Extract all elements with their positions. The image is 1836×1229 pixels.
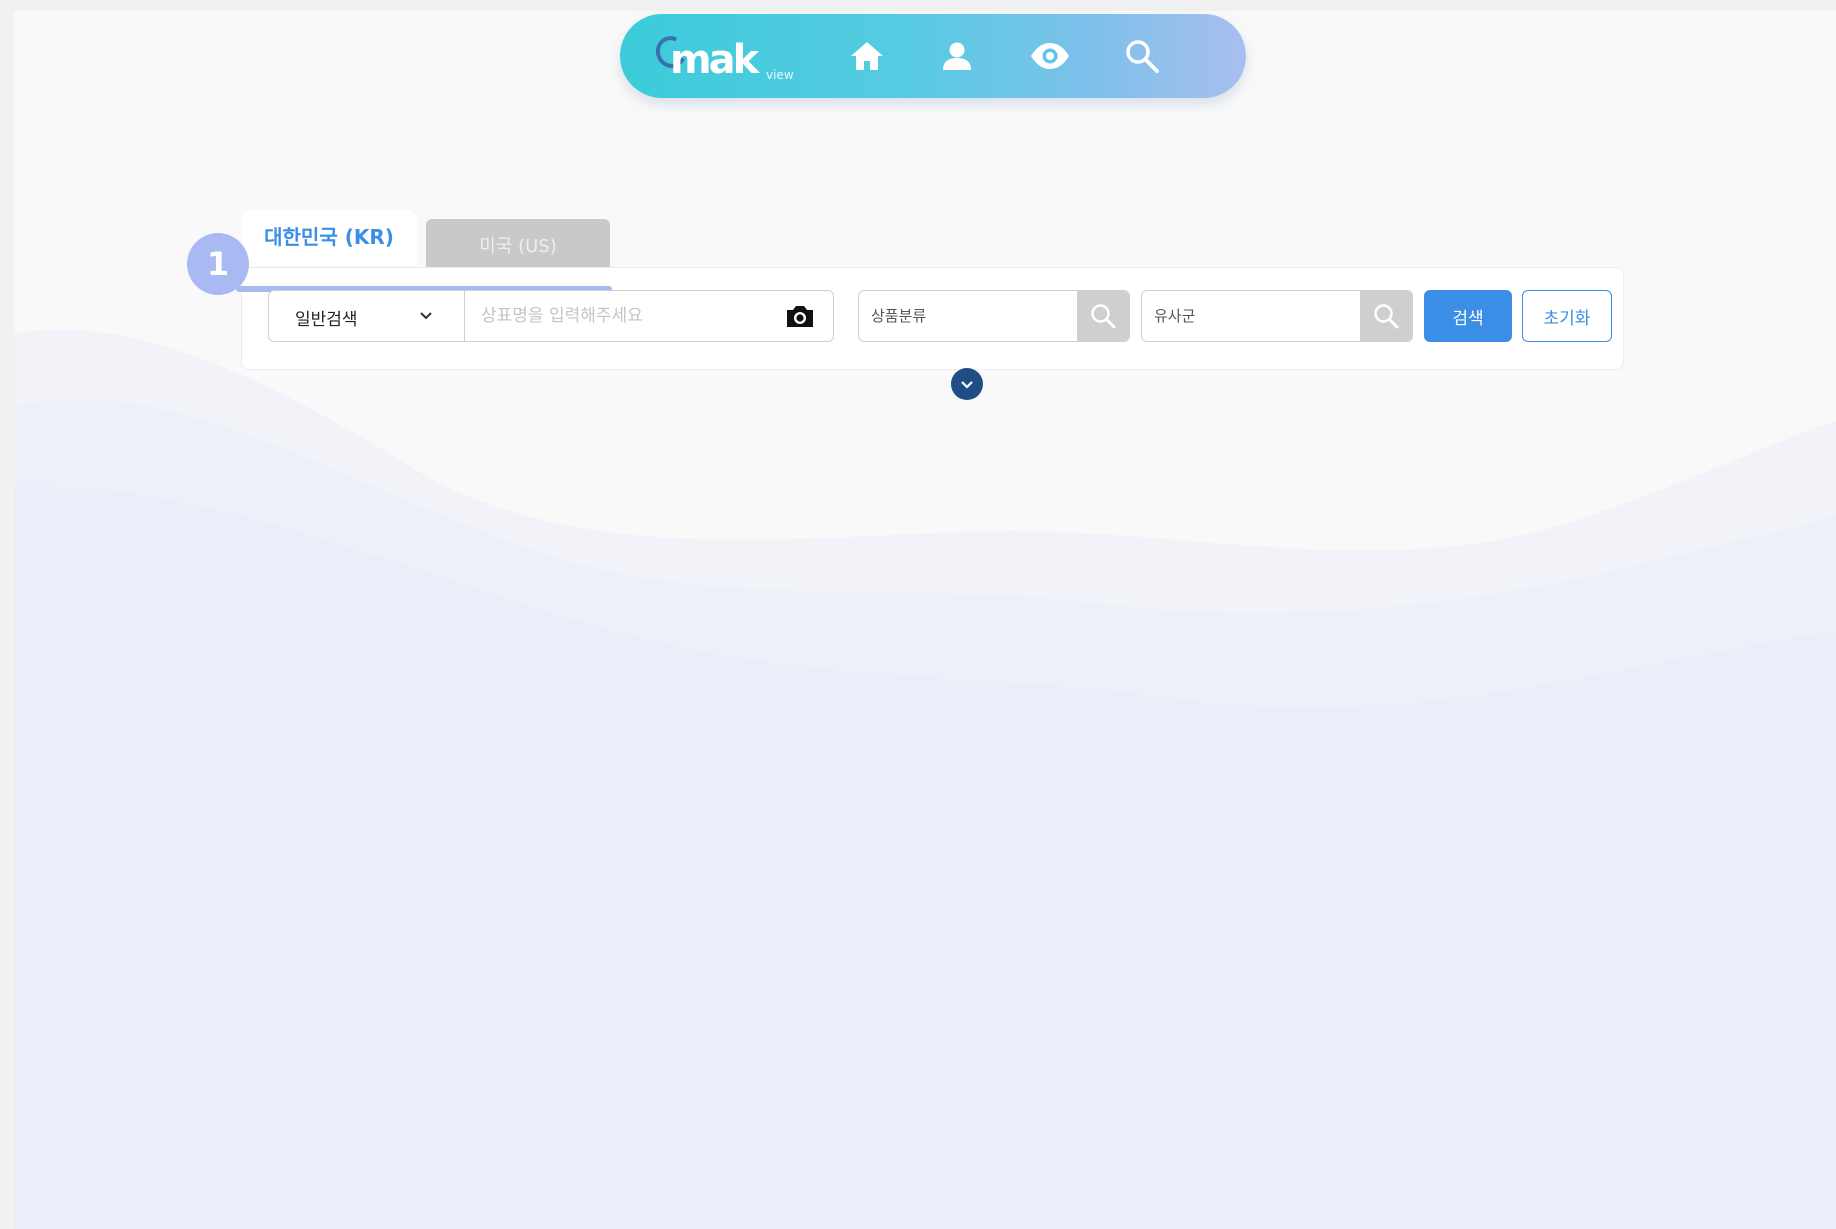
eye-icon	[1031, 43, 1069, 69]
product-class-field	[858, 290, 1130, 342]
step-badge: 1	[187, 233, 249, 295]
trademark-search-group: 일반검색	[268, 290, 834, 342]
user-button[interactable]	[935, 34, 979, 78]
chevron-down-icon	[420, 312, 432, 320]
page	[14, 11, 1836, 1229]
tab-kr[interactable]: 대한민국 (KR)	[241, 210, 417, 266]
top-nav: mak view	[620, 14, 1246, 98]
expand-options-button[interactable]	[951, 368, 983, 400]
view-button[interactable]	[1028, 34, 1072, 78]
search-icon	[1091, 304, 1116, 329]
search-icon	[1374, 304, 1399, 329]
user-icon	[943, 42, 971, 70]
search-type-value: 일반검색	[295, 310, 358, 330]
logo[interactable]: mak view	[648, 28, 794, 84]
similar-group-field	[1141, 290, 1413, 342]
tab-us[interactable]: 미국 (US)	[426, 219, 610, 271]
chevron-down-icon	[961, 381, 973, 389]
home-button[interactable]	[845, 34, 889, 78]
logo-text: mak	[670, 37, 759, 83]
search-button[interactable]: 검색	[1424, 290, 1512, 342]
search-type-select[interactable]: 일반검색	[269, 291, 465, 341]
trademark-name-input[interactable]	[471, 297, 791, 335]
product-class-search-button[interactable]	[1077, 291, 1129, 341]
camera-icon[interactable]	[785, 303, 815, 329]
product-class-input[interactable]	[859, 297, 1093, 335]
reset-button[interactable]: 초기화	[1522, 290, 1612, 342]
search-icon	[1126, 40, 1159, 73]
background-waves	[14, 329, 1836, 1229]
home-icon	[851, 42, 883, 70]
search-nav-button[interactable]	[1120, 34, 1164, 78]
similar-group-search-button[interactable]	[1360, 291, 1412, 341]
logo-subtext: view	[766, 68, 794, 82]
similar-group-input[interactable]	[1142, 297, 1376, 335]
